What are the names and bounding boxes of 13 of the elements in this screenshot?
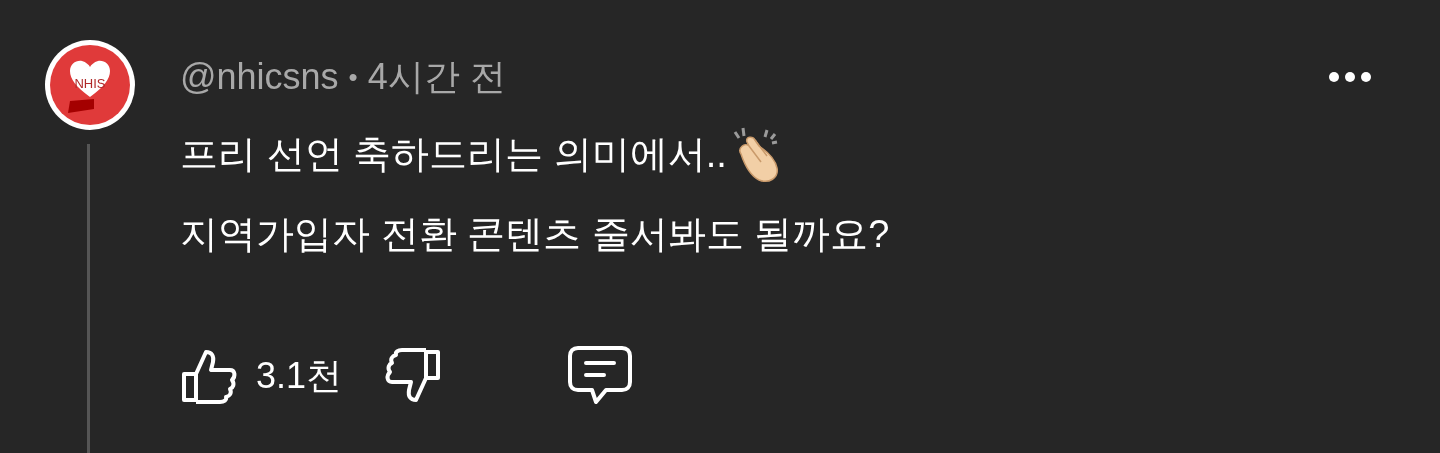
comment-text: 지역가입자 전환 콘텐츠 줄서봐도 될까요? <box>180 215 890 253</box>
more-icon[interactable] <box>1328 71 1372 83</box>
author-name[interactable]: @nhicsns <box>180 59 339 95</box>
comment-text: 프리 선언 축하드리는 의미에서.. <box>180 135 727 173</box>
like-count: 3.1천 <box>256 358 343 394</box>
timestamp: 4시간 전 <box>367 59 506 95</box>
thumbs-down-icon[interactable] <box>384 348 443 404</box>
heart-icon <box>68 59 112 99</box>
avatar-label: NHIS <box>74 76 106 90</box>
reply-icon[interactable] <box>568 346 633 406</box>
thumbs-up-icon[interactable] <box>180 348 238 404</box>
separator: • <box>348 64 358 90</box>
avatar[interactable]: NHIS <box>45 40 135 130</box>
